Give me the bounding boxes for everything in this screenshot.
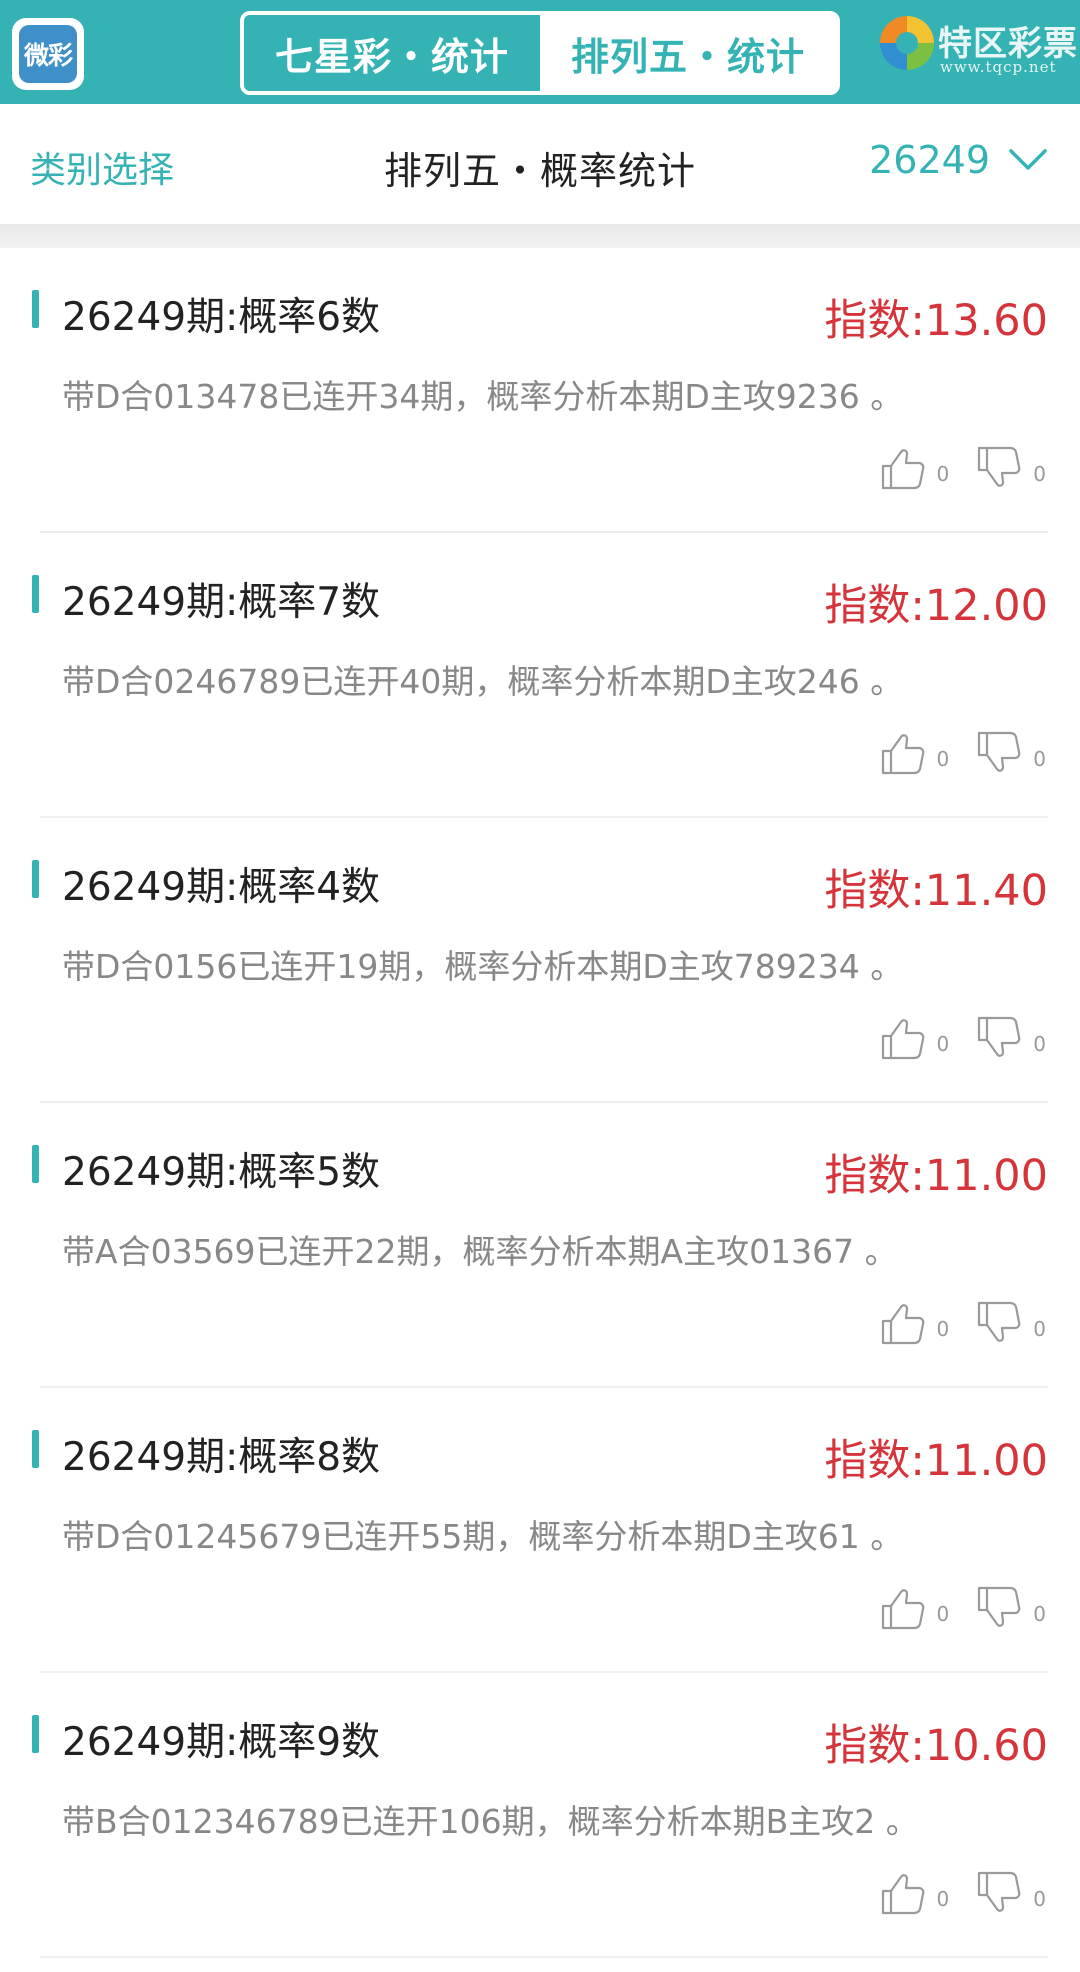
tab-qixingcai[interactable]: 七星彩・统计	[244, 15, 540, 91]
thumbs-up-icon	[881, 1019, 924, 1060]
card-description: 带D合01245679已连开55期，概率分析本期D主攻61 。	[62, 1517, 904, 1556]
card-title: 26249期:概率6数	[62, 295, 381, 340]
top-bar: 微彩 七星彩・统计 排列五・统计 特区彩票网 www.tqcp.net	[0, 0, 1080, 104]
period-value: 26249	[869, 138, 990, 182]
like-count: 0	[936, 1317, 950, 1341]
stat-card: 26249期:概率4数 指数:11.40 带D合0156已连开19期，概率分析本…	[0, 818, 1080, 1103]
stat-card: 26249期:概率9数 指数:10.60 带B合012346789已连开106期…	[0, 1673, 1080, 1958]
vote-bar: 0 0	[879, 729, 1046, 777]
dislike-button[interactable]: 0	[975, 1869, 1046, 1917]
thumbs-up-icon	[881, 1589, 924, 1630]
thumbs-up-icon	[881, 449, 924, 490]
like-count: 0	[936, 747, 950, 771]
card-index: 指数:11.00	[824, 1151, 1048, 1201]
vote-bar: 0 0	[879, 1014, 1046, 1062]
section-divider	[0, 224, 1080, 248]
thumbs-down-icon	[978, 446, 1021, 487]
card-description: 带A合03569已连开22期，概率分析本期A主攻01367 。	[62, 1232, 898, 1271]
chevron-down-icon	[1009, 149, 1047, 170]
dislike-button[interactable]: 0	[975, 1014, 1046, 1062]
stat-card: 26249期:概率5数 指数:11.00 带A合03569已连开22期，概率分析…	[0, 1103, 1080, 1388]
thumbs-down-icon	[978, 731, 1021, 772]
card-accent-bar	[32, 1145, 39, 1183]
dislike-count: 0	[1033, 1602, 1046, 1626]
dislike-count: 0	[1033, 1887, 1046, 1911]
card-index: 指数:12.00	[824, 581, 1048, 631]
thumbs-down-icon	[978, 1586, 1021, 1627]
card-index: 指数:10.60	[824, 1721, 1048, 1771]
like-count: 0	[936, 1032, 950, 1056]
dislike-count: 0	[1033, 1317, 1046, 1341]
thumbs-up-icon	[881, 1874, 924, 1915]
card-description: 带D合0156已连开19期，概率分析本期D主攻789234 。	[62, 947, 904, 986]
like-button[interactable]: 0	[879, 1014, 950, 1062]
stat-card: 26249期:概率6数 指数:13.60 带D合013478已连开34期，概率分…	[0, 248, 1080, 533]
thumbs-down-icon	[978, 1871, 1021, 1912]
card-description: 带D合013478已连开34期，概率分析本期D主攻9236 。	[62, 377, 904, 416]
thumbs-up-icon	[881, 734, 924, 775]
dislike-button[interactable]: 0	[975, 1584, 1046, 1632]
card-description: 带B合012346789已连开106期，概率分析本期B主攻2 。	[62, 1802, 919, 1841]
card-title: 26249期:概率5数	[62, 1150, 381, 1195]
dislike-button[interactable]: 0	[975, 444, 1046, 492]
card-index: 指数:11.40	[824, 866, 1048, 916]
card-title: 26249期:概率7数	[62, 580, 381, 625]
card-title: 26249期:概率8数	[62, 1435, 381, 1480]
brand-watermark: 特区彩票网 www.tqcp.net	[876, 6, 1080, 96]
dislike-count: 0	[1033, 747, 1046, 771]
card-description: 带D合0246789已连开40期，概率分析本期D主攻246 。	[62, 662, 904, 701]
card-accent-bar	[32, 860, 39, 898]
card-accent-bar	[32, 575, 39, 613]
like-button[interactable]: 0	[879, 1869, 950, 1917]
like-count: 0	[936, 462, 950, 486]
stat-card: 26249期:概率8数 指数:11.00 带D合01245679已连开55期，概…	[0, 1388, 1080, 1673]
brand-url: www.tqcp.net	[940, 58, 1057, 76]
like-count: 0	[936, 1602, 950, 1626]
period-select[interactable]: 26249	[869, 138, 1048, 182]
thumbs-down-icon	[978, 1016, 1021, 1057]
card-accent-bar	[32, 290, 39, 328]
like-button[interactable]: 0	[879, 444, 950, 492]
card-accent-bar	[32, 1430, 39, 1468]
card-accent-bar	[32, 1715, 39, 1753]
like-button[interactable]: 0	[879, 1584, 950, 1632]
statistics-list: 26249期:概率6数 指数:13.60 带D合013478已连开34期，概率分…	[0, 248, 1080, 1958]
card-title: 26249期:概率4数	[62, 865, 381, 910]
vote-bar: 0 0	[879, 1584, 1046, 1632]
like-button[interactable]: 0	[879, 729, 950, 777]
vote-bar: 0 0	[879, 444, 1046, 492]
dislike-count: 0	[1033, 462, 1046, 486]
card-title: 26249期:概率9数	[62, 1720, 381, 1765]
vote-bar: 0 0	[879, 1299, 1046, 1347]
lottery-tab-switch: 七星彩・统计 排列五・统计	[240, 11, 840, 95]
thumbs-down-icon	[978, 1301, 1021, 1342]
app-logo[interactable]: 微彩	[12, 18, 84, 90]
brand-logo-icon	[880, 16, 934, 70]
thumbs-up-icon	[881, 1304, 924, 1345]
dislike-button[interactable]: 0	[975, 729, 1046, 777]
sub-header: 类别选择 排列五・概率统计 26249	[0, 104, 1080, 224]
card-index: 指数:11.00	[824, 1436, 1048, 1486]
dislike-button[interactable]: 0	[975, 1299, 1046, 1347]
dislike-count: 0	[1033, 1032, 1046, 1056]
vote-bar: 0 0	[879, 1869, 1046, 1917]
like-button[interactable]: 0	[879, 1299, 950, 1347]
tab-pailiewu[interactable]: 排列五・统计	[540, 15, 836, 91]
stat-card: 26249期:概率7数 指数:12.00 带D合0246789已连开40期，概率…	[0, 533, 1080, 818]
like-count: 0	[936, 1887, 950, 1911]
card-index: 指数:13.60	[824, 296, 1048, 346]
app-logo-text: 微彩	[19, 25, 77, 83]
